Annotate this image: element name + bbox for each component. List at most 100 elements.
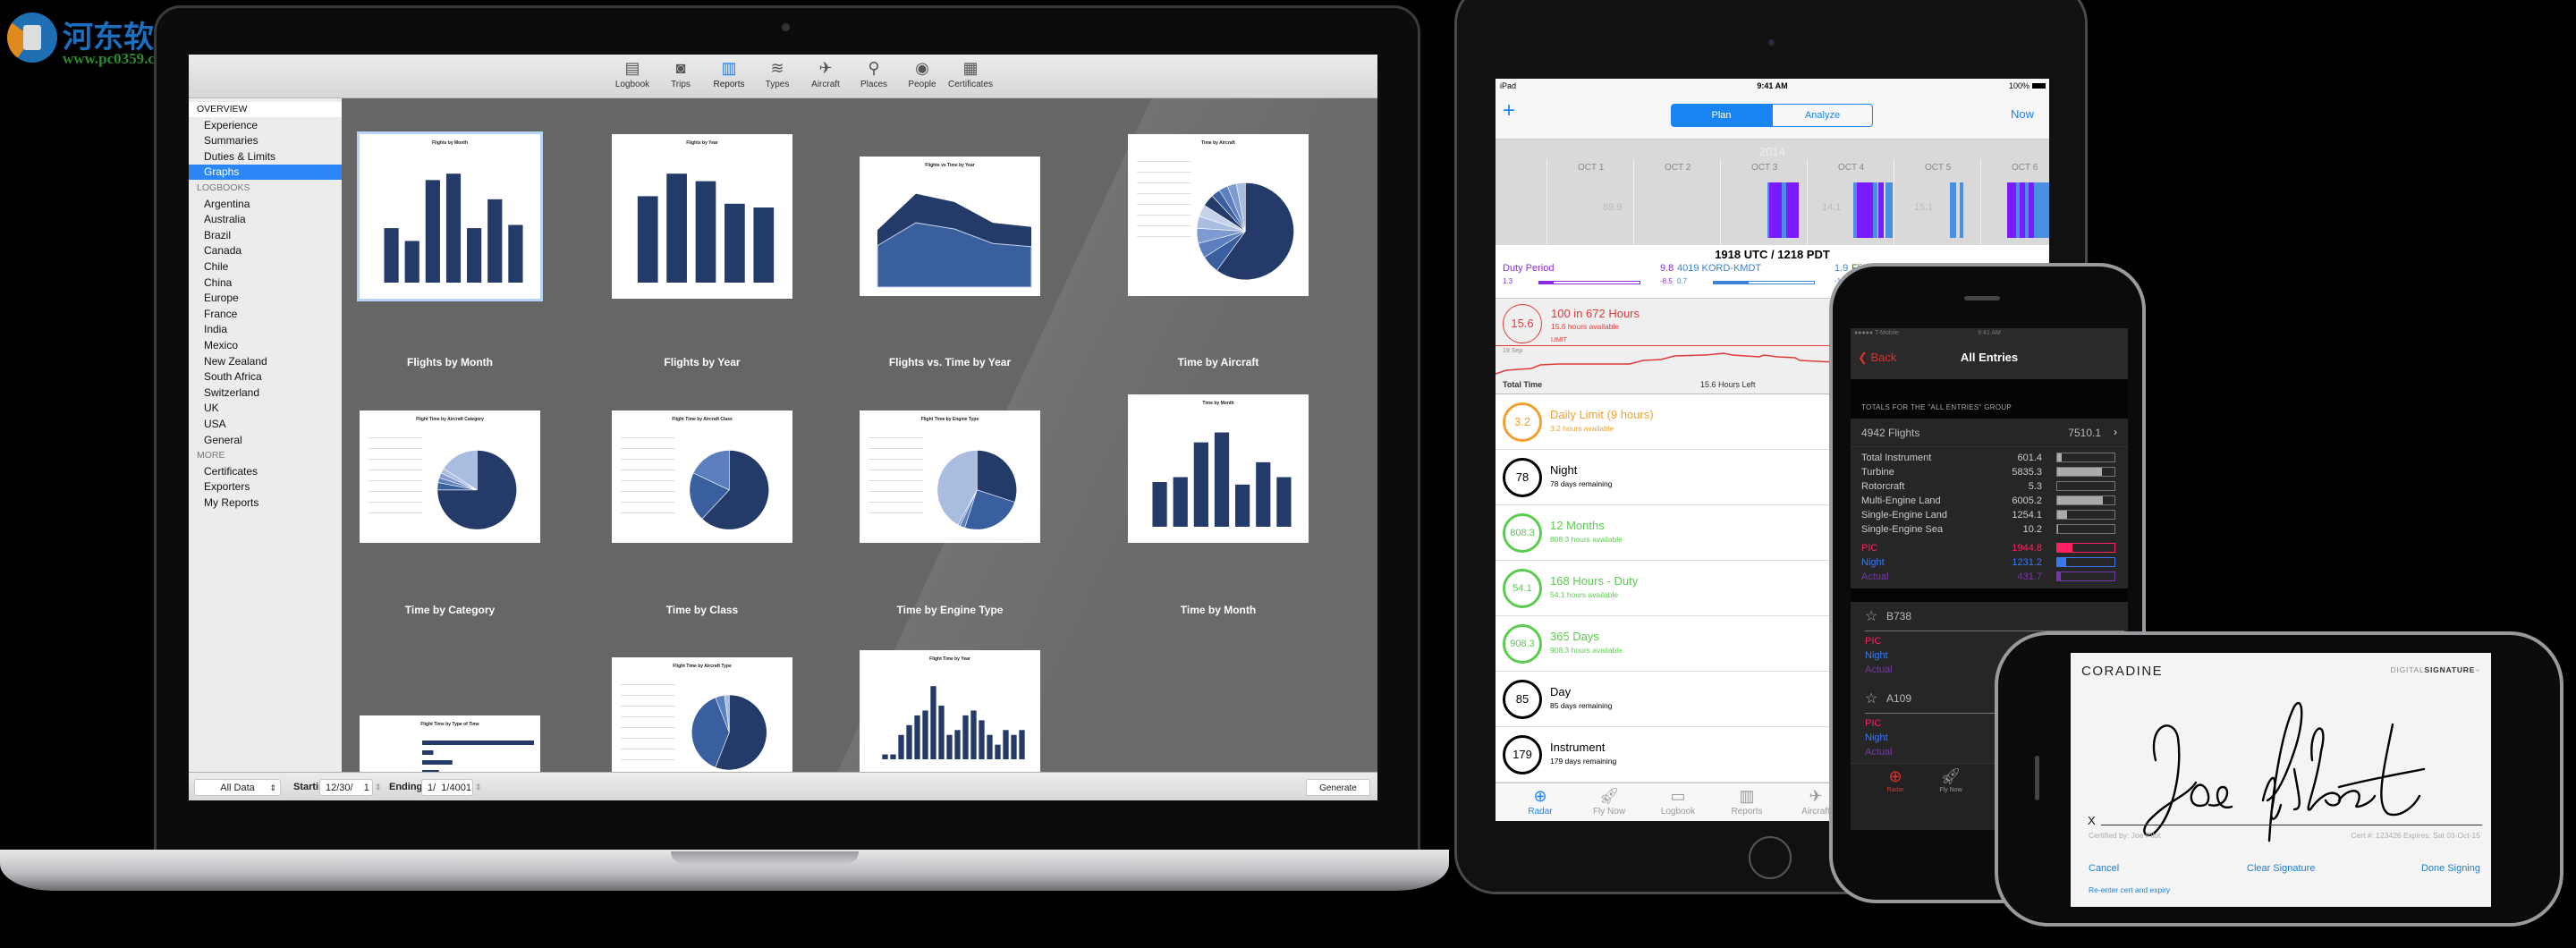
tab-fly-now[interactable]: 🚀︎ Fly Now: [1573, 785, 1645, 817]
reenter-cert-link[interactable]: Re-enter cert and expiry: [2089, 885, 2170, 894]
legend-table-row: [1137, 193, 1191, 194]
sidebar-item-certificates[interactable]: Certificates: [189, 464, 342, 479]
flight-block[interactable]: [1873, 182, 1877, 238]
sidebar-item-experience[interactable]: Experience: [189, 118, 342, 133]
tab-fly-now[interactable]: 🚀︎ Fly Now: [1924, 766, 1978, 793]
graph-thumbnail[interactable]: Flight Time by Aircraft Category: [360, 411, 540, 543]
sidebar-item-duties-limits[interactable]: Duties & Limits: [189, 149, 342, 165]
duty-block[interactable]: [2007, 182, 2016, 238]
flight-block[interactable]: [1950, 182, 1956, 238]
sidebar-item-uk[interactable]: UK: [189, 401, 342, 416]
now-button[interactable]: Now: [2011, 107, 2034, 121]
duty-block[interactable]: [1792, 182, 1799, 238]
graph-thumbnail[interactable]: Flight Time by Engine Type: [860, 411, 1040, 543]
graph-label[interactable]: Time by Aircraft: [1111, 356, 1326, 368]
star-icon[interactable]: ☆: [1865, 690, 1877, 707]
graph-label[interactable]: Time by Month: [1111, 604, 1326, 616]
aircraft-name[interactable]: B738: [1886, 610, 1911, 622]
toolbar-people[interactable]: ◉ People: [898, 58, 946, 89]
legend-table-row: [1137, 172, 1191, 173]
radar-icon: ⊕: [1888, 767, 1902, 785]
toolbar-types[interactable]: ≋ Types: [753, 58, 801, 89]
graph-label[interactable]: Flights vs. Time by Year: [843, 356, 1057, 368]
day-divider: [1720, 159, 1721, 245]
duty-block[interactable]: [1878, 182, 1884, 238]
flights-row[interactable]: 4942 Flights 7510.1 ›: [1851, 419, 2128, 447]
flight-block[interactable]: [1960, 182, 1963, 238]
flight-block[interactable]: [1885, 182, 1893, 238]
sidebar-item-south-africa[interactable]: South Africa: [189, 369, 342, 385]
duty-block[interactable]: [1769, 182, 1782, 238]
sidebar-item-mexico[interactable]: Mexico: [189, 338, 342, 353]
star-icon[interactable]: ☆: [1865, 607, 1877, 625]
sidebar-item-australia[interactable]: Australia: [189, 212, 342, 227]
stat-value: 1254.1: [2012, 510, 2042, 521]
flight-block[interactable]: [2034, 182, 2049, 238]
stat-value: 431.7: [2017, 571, 2042, 582]
add-button[interactable]: +: [1503, 98, 1515, 123]
starting-date-field[interactable]: 12/30/ 1: [319, 779, 373, 796]
duty-block[interactable]: [1857, 182, 1873, 238]
sidebar-item-switzerland[interactable]: Switzerland: [189, 385, 342, 401]
graph-thumbnail[interactable]: Flight Time by Year: [860, 650, 1040, 775]
sidebar-item-china[interactable]: China: [189, 275, 342, 291]
generate-report-button[interactable]: Generate Report: [1306, 779, 1370, 796]
toolbar-logbook[interactable]: ▤ Logbook: [608, 58, 657, 89]
aircraft-name[interactable]: A109: [1886, 692, 1911, 705]
bar: [1276, 477, 1292, 527]
data-filter-select[interactable]: All Data ⇕: [194, 779, 281, 796]
graph-label[interactable]: Flights by Month: [343, 356, 557, 368]
graph-label[interactable]: Time by Category: [343, 604, 557, 616]
graph-title: Flight Time by Aircraft Category: [416, 417, 484, 422]
graph-thumbnail[interactable]: Time by Aircraft: [1128, 134, 1309, 296]
segment-plan[interactable]: Plan: [1671, 104, 1772, 127]
bar: [922, 710, 928, 759]
segment-analyze[interactable]: Analyze: [1772, 104, 1873, 127]
sidebar-item-general[interactable]: General: [189, 433, 342, 448]
graph-thumbnail[interactable]: Flight Time by Aircraft Class: [612, 411, 792, 543]
sidebar-item-canada[interactable]: Canada: [189, 243, 342, 258]
graph-thumbnail[interactable]: Flights by Year: [612, 134, 792, 299]
tab-radar[interactable]: ⊕ Radar: [1868, 766, 1922, 793]
graph-thumbnail[interactable]: Time by Month: [1128, 394, 1309, 543]
tab-logbook[interactable]: ▭ Logbook: [1642, 785, 1714, 817]
graph-thumbnail[interactable]: Flights vs Time by Year: [860, 157, 1040, 296]
sidebar-item-new-zealand[interactable]: New Zealand: [189, 354, 342, 369]
tab-radar[interactable]: ⊕ Radar: [1504, 785, 1576, 817]
toolbar-certificates[interactable]: ▦ Certificates: [946, 58, 995, 89]
section-title: TOTALS FOR THE "ALL ENTRIES" GROUP: [1861, 403, 2012, 411]
tab-label: Aircraft: [1801, 807, 1830, 817]
duty-timeline[interactable]: 2014 0OCT 1OCT 2OCT 3OCT 4OCT 5OCT 689.9…: [1496, 140, 2049, 245]
tab-reports[interactable]: ▥ Reports: [1711, 785, 1783, 817]
starting-stepper[interactable]: ⇕: [375, 779, 382, 796]
toolbar-trips[interactable]: ◙ Trips: [657, 58, 705, 89]
sidebar-item-chile[interactable]: Chile: [189, 259, 342, 275]
toolbar-reports[interactable]: ▥ Reports: [705, 58, 753, 89]
tab-label: Fly Now: [1592, 807, 1626, 817]
sidebar-item-summaries[interactable]: Summaries: [189, 133, 342, 148]
sidebar-item-india[interactable]: India: [189, 322, 342, 337]
graph-label[interactable]: Flights by Year: [595, 356, 809, 368]
duty-hours: 89.9: [1603, 202, 1623, 213]
sidebar-item-france[interactable]: France: [189, 307, 342, 322]
toolbar-aircraft[interactable]: ✈ Aircraft: [801, 58, 850, 89]
sidebar-item-argentina[interactable]: Argentina: [189, 197, 342, 212]
graph-label[interactable]: Time by Engine Type: [843, 604, 1057, 616]
ipad-home-button[interactable]: [1749, 836, 1792, 879]
sidebar-item-europe[interactable]: Europe: [189, 291, 342, 306]
done-signing-button[interactable]: Done Signing: [2421, 863, 2480, 874]
sidebar-item-my-reports[interactable]: My Reports: [189, 495, 342, 511]
sidebar-item-graphs[interactable]: Graphs: [189, 165, 342, 181]
sidebar-item-exporters[interactable]: Exporters: [189, 479, 342, 495]
toolbar-places[interactable]: ⚲ Places: [850, 58, 898, 89]
ending-stepper[interactable]: ⇕: [475, 779, 482, 796]
sidebar-item-usa[interactable]: USA: [189, 417, 342, 432]
bar: [425, 180, 440, 283]
clear-signature-button[interactable]: Clear Signature: [2247, 863, 2315, 874]
sidebar-item-brazil[interactable]: Brazil: [189, 228, 342, 243]
cancel-button[interactable]: Cancel: [2089, 863, 2119, 874]
ending-date-field[interactable]: 1/ 1/4001: [421, 779, 473, 796]
graph-thumbnail[interactable]: Flights by Month: [357, 131, 543, 301]
graph-thumbnail[interactable]: Flight Time by Aircraft Type: [612, 657, 792, 783]
graph-label[interactable]: Time by Class: [595, 604, 809, 616]
